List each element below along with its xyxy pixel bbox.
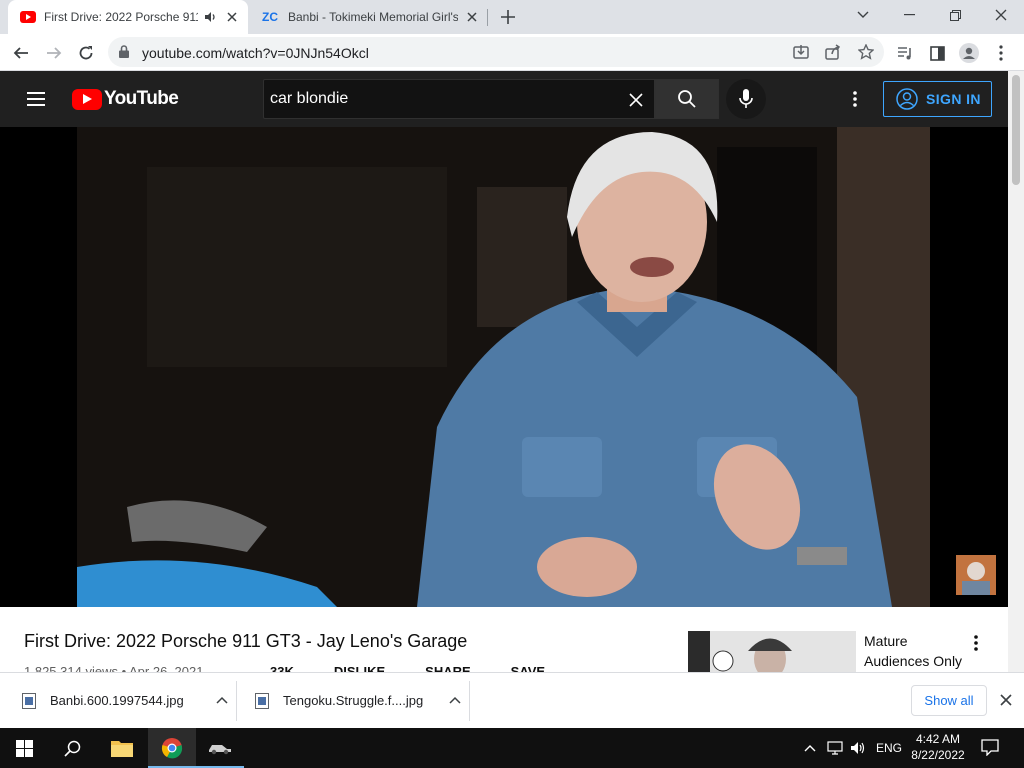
recommended-video-thumbnail[interactable] [688, 631, 856, 672]
start-button[interactable] [0, 728, 48, 768]
search-button[interactable] [655, 79, 719, 119]
clock-date: 8/22/2022 [911, 748, 965, 762]
search-icon [63, 740, 80, 757]
settings-more-icon[interactable] [844, 87, 866, 111]
video-player[interactable] [0, 127, 1008, 607]
back-button[interactable] [8, 40, 34, 66]
tab-title: Banbi - Tokimeki Memorial Girl's [288, 10, 458, 24]
url-text: youtube.com/watch?v=0JNJn54Okcl [142, 45, 369, 61]
search-query-text: car blondie [270, 90, 349, 107]
share-button[interactable]: SHARE [425, 664, 471, 672]
windows-logo-icon [15, 739, 33, 757]
youtube-play-icon [72, 88, 102, 110]
channel-watermark-image [956, 555, 996, 595]
video-frame[interactable] [77, 127, 930, 607]
download-item[interactable]: Banbi.600.1997544.jpg [22, 673, 228, 728]
notifications-icon[interactable] [980, 738, 1002, 758]
close-tab-icon[interactable] [224, 9, 240, 25]
taskbar-search-button[interactable] [48, 728, 96, 768]
video-actions: 33K DISLIKE SHARE SAVE [270, 664, 545, 672]
tray-chevron-up-icon[interactable] [800, 738, 820, 758]
page-scrollbar[interactable] [1008, 71, 1024, 672]
share-icon[interactable] [824, 43, 842, 61]
tab-separator [487, 9, 488, 26]
youtube-favicon-icon [20, 9, 36, 25]
download-filename: Tengoku.Struggle.f....jpg [283, 693, 424, 708]
youtube-logo[interactable]: YouTube [72, 88, 179, 110]
account-icon [896, 88, 918, 110]
audio-playing-icon[interactable] [204, 10, 218, 24]
reload-button[interactable] [73, 40, 99, 66]
car-app-taskbar-button[interactable] [196, 728, 244, 768]
profile-avatar-icon[interactable] [958, 42, 980, 64]
image-file-icon [22, 692, 36, 709]
lock-icon[interactable] [119, 45, 129, 63]
chrome-menu-icon[interactable] [990, 42, 1012, 64]
scrollbar-thumb[interactable] [1012, 75, 1020, 185]
clear-search-icon[interactable] [626, 90, 646, 110]
sign-in-label: SIGN IN [926, 91, 981, 107]
recommendation-more-icon[interactable] [968, 633, 984, 653]
tab-title: First Drive: 2022 Porsche 911 [44, 10, 198, 24]
chrome-icon [161, 738, 183, 759]
windows-taskbar: ENG 4:42 AM 8/22/2022 [0, 728, 1024, 768]
network-icon[interactable] [825, 738, 845, 758]
channel-watermark[interactable] [956, 555, 996, 595]
download-separator [236, 681, 237, 721]
folder-icon [111, 741, 133, 757]
download-filename: Banbi.600.1997544.jpg [50, 693, 184, 708]
browser-toolbar: youtube.com/watch?v=0JNJn54Okcl [0, 34, 1024, 71]
show-all-downloads-button[interactable]: Show all [911, 685, 987, 716]
volume-icon[interactable] [848, 738, 868, 758]
new-tab-button[interactable] [498, 7, 518, 27]
voice-search-button[interactable] [726, 79, 766, 119]
sign-in-button[interactable]: SIGN IN [883, 81, 992, 117]
chevron-up-icon[interactable] [449, 695, 461, 707]
download-shelf: Banbi.600.1997544.jpg Tengoku.Struggle.f… [0, 672, 1024, 728]
car-icon [209, 745, 231, 755]
video-scene-image [77, 127, 930, 607]
restore-button[interactable] [932, 0, 978, 30]
bookmark-star-icon[interactable] [857, 43, 875, 61]
like-button[interactable]: 33K [270, 664, 294, 672]
download-separator [469, 681, 470, 721]
image-file-icon [255, 692, 269, 709]
close-tab-icon[interactable] [464, 9, 480, 25]
close-window-button[interactable] [978, 0, 1024, 30]
forward-button[interactable] [41, 40, 67, 66]
tab-banbi[interactable]: ZC Banbi - Tokimeki Memorial Girl's [250, 0, 488, 34]
install-app-icon[interactable] [792, 43, 810, 61]
clock[interactable]: 4:42 AM 8/22/2022 [906, 731, 970, 763]
zc-favicon-icon: ZC [262, 10, 278, 24]
youtube-wordmark: YouTube [104, 88, 179, 109]
video-title: First Drive: 2022 Porsche 911 GT3 - Jay … [24, 631, 468, 651]
video-metadata: 1,825,314 views • Apr 26, 2021 [24, 664, 204, 672]
tab-search-button[interactable] [840, 0, 886, 30]
language-indicator[interactable]: ENG [876, 741, 902, 755]
tab-strip: First Drive: 2022 Porsche 911 ZC Banbi -… [0, 0, 1024, 34]
save-button[interactable]: SAVE [511, 664, 545, 672]
chrome-taskbar-button[interactable] [148, 728, 196, 768]
chevron-up-icon[interactable] [216, 695, 228, 707]
tab-youtube[interactable]: First Drive: 2022 Porsche 911 [8, 0, 248, 34]
dislike-button[interactable]: DISLIKE [334, 664, 385, 672]
file-explorer-button[interactable] [98, 728, 146, 768]
address-bar[interactable]: youtube.com/watch?v=0JNJn54Okcl [108, 37, 884, 67]
close-download-shelf-icon[interactable] [998, 692, 1014, 708]
hamburger-menu-icon[interactable] [24, 89, 48, 109]
media-controls-icon[interactable] [894, 42, 916, 64]
video-info-section: First Drive: 2022 Porsche 911 GT3 - Jay … [0, 607, 1008, 672]
recommended-video-title[interactable]: Mature Audiences Only [864, 631, 974, 671]
search-input[interactable]: car blondie [263, 79, 655, 119]
search-icon [678, 90, 696, 108]
clock-time: 4:42 AM [915, 732, 961, 746]
microphone-icon [739, 89, 753, 108]
side-panel-icon[interactable] [926, 42, 948, 64]
youtube-header: YouTube car blondie SIGN IN [0, 71, 1008, 127]
download-item[interactable]: Tengoku.Struggle.f....jpg [255, 673, 461, 728]
minimize-button[interactable] [886, 0, 932, 30]
thumbnail-image [688, 631, 856, 672]
